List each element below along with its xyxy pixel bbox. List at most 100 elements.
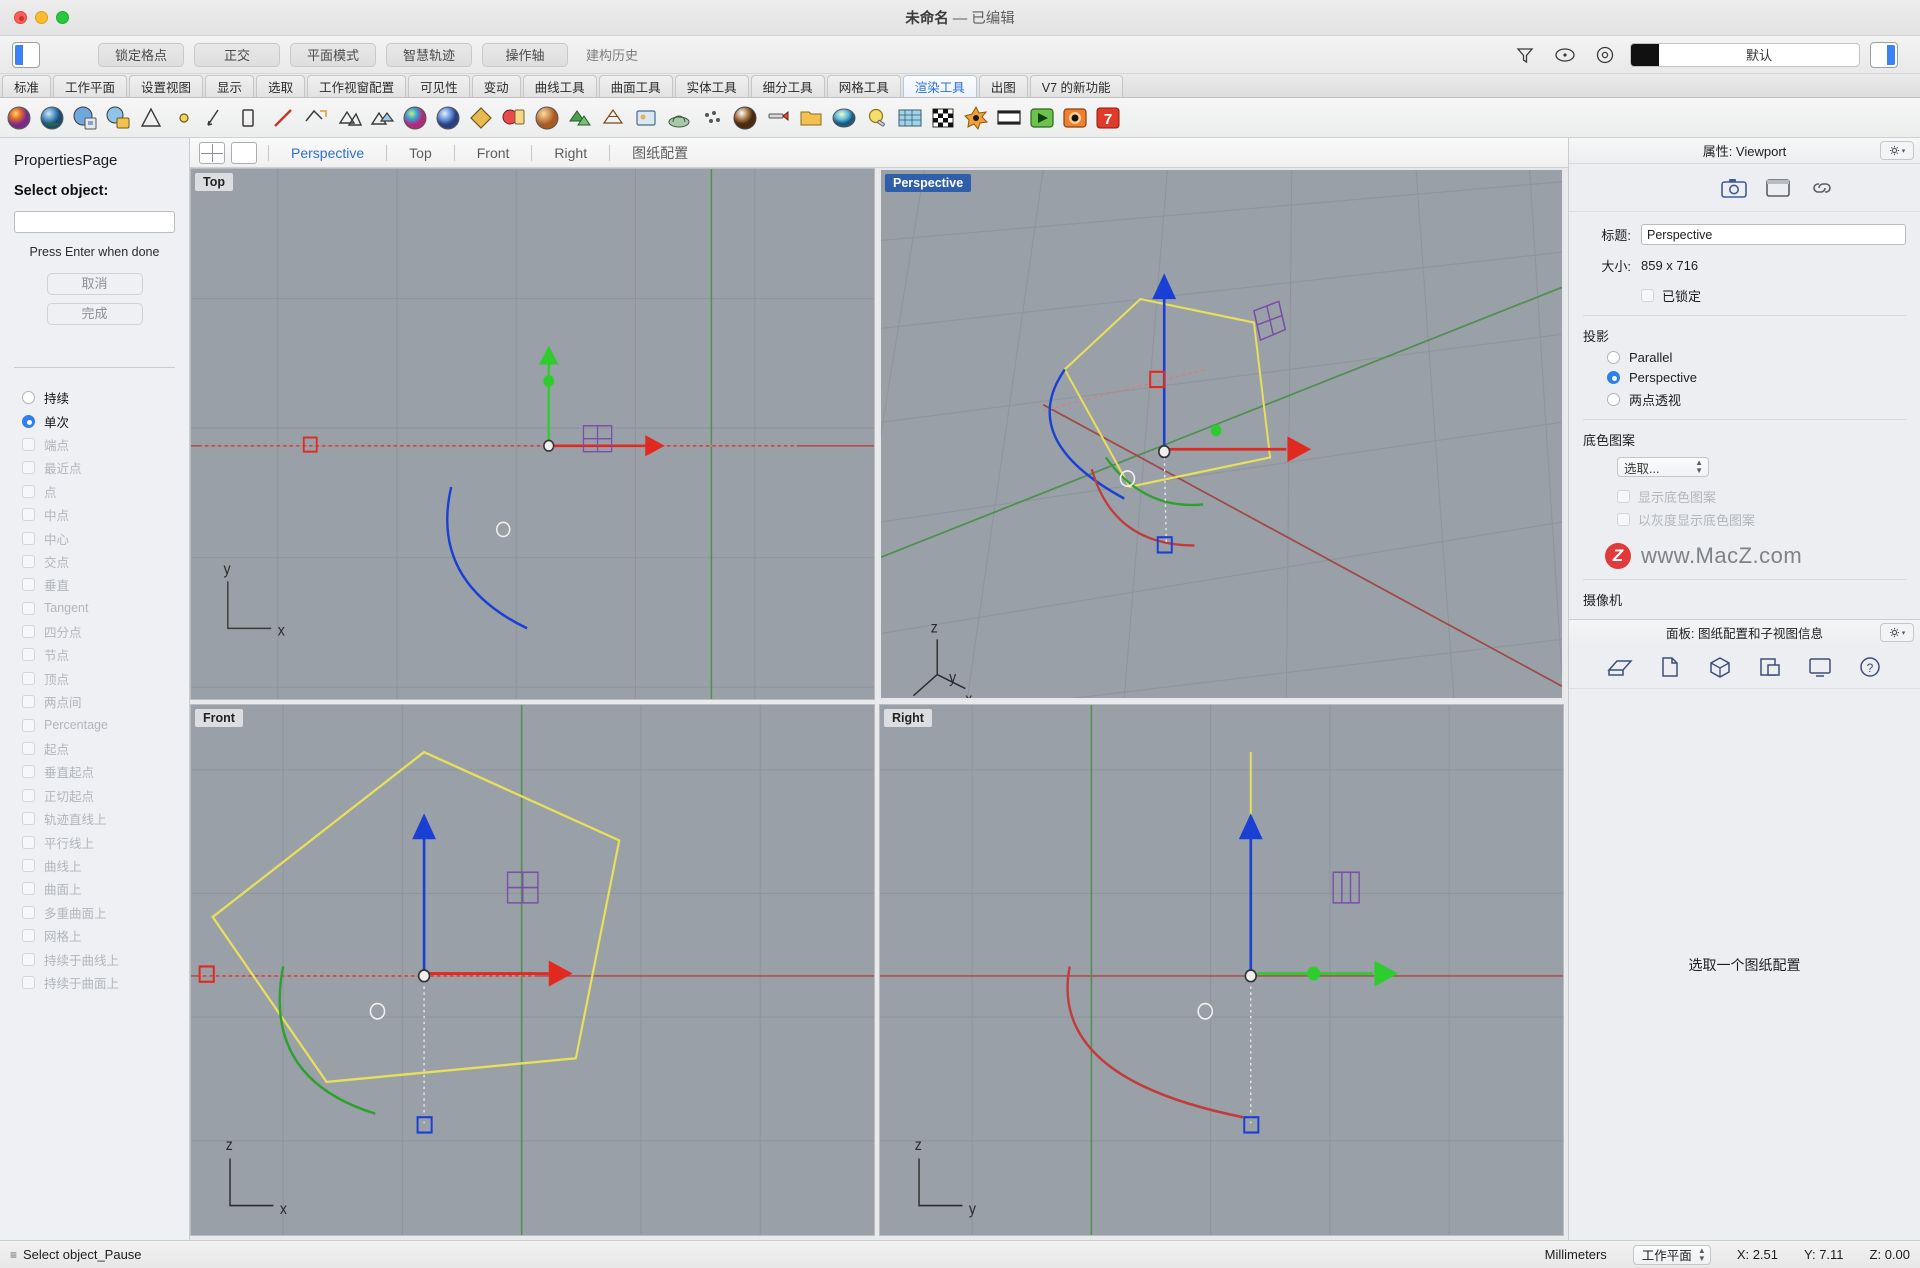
osnap-checkbox-22[interactable]: [22, 953, 35, 966]
toolbar-tab-11[interactable]: 细分工具: [751, 75, 825, 97]
projection-radio-two-point[interactable]: [1607, 393, 1620, 406]
toolbar-tab-12[interactable]: 网格工具: [827, 75, 901, 97]
link-icon[interactable]: [1807, 176, 1837, 200]
osnap-mode-radio-1[interactable]: [22, 415, 35, 428]
sphere-render-icon[interactable]: [730, 103, 760, 133]
osnap-item-16[interactable]: 轨迹直线上: [22, 807, 189, 830]
render-sphere-icon[interactable]: [4, 103, 34, 133]
toolbar-tab-14[interactable]: 出图: [979, 75, 1028, 97]
viewport-top-label[interactable]: Top: [195, 173, 233, 191]
toolbar-tab-0[interactable]: 标准: [2, 75, 51, 97]
environment-icon[interactable]: [334, 103, 364, 133]
construction-history-label[interactable]: 建构历史: [586, 45, 638, 64]
filter-icon[interactable]: [1510, 42, 1540, 68]
toolbar-tab-2[interactable]: 设置视图: [129, 75, 203, 97]
wallpaper-gray-checkbox[interactable]: [1617, 513, 1630, 526]
spotlight-cone-icon[interactable]: [136, 103, 166, 133]
render-open-icon[interactable]: [103, 103, 133, 133]
osnap-checkbox-5[interactable]: [22, 555, 35, 568]
material-paint-icon[interactable]: [499, 103, 529, 133]
osnap-checkbox-23[interactable]: [22, 976, 35, 989]
osnap-checkbox-12[interactable]: [22, 719, 35, 732]
viewport-right-label[interactable]: Right: [884, 709, 932, 727]
projection-option-perspective[interactable]: Perspective: [1607, 370, 1906, 385]
material-blue-sphere-icon[interactable]: [433, 103, 463, 133]
single-viewport-layout-icon[interactable]: [231, 142, 257, 164]
viewport-perspective-label[interactable]: Perspective: [885, 174, 971, 192]
cancel-button[interactable]: 取消: [47, 273, 143, 295]
osnap-mode-0[interactable]: 持续: [22, 386, 189, 409]
osnap-item-5[interactable]: 交点: [22, 550, 189, 573]
viewport-tab-front[interactable]: Front: [463, 139, 524, 167]
material-sphere-icon[interactable]: [400, 103, 430, 133]
osnap-item-18[interactable]: 曲线上: [22, 854, 189, 877]
toolbar-tab-3[interactable]: 显示: [205, 75, 254, 97]
osnap-item-8[interactable]: 四分点: [22, 620, 189, 643]
osnap-mode-radio-0[interactable]: [22, 391, 35, 404]
osnap-checkbox-20[interactable]: [22, 906, 35, 919]
resize-grip-icon[interactable]: ≡: [10, 1248, 16, 1262]
viewport-perspective[interactable]: Perspective: [879, 168, 1564, 700]
osnap-checkbox-16[interactable]: [22, 812, 35, 825]
osnap-mode-1[interactable]: 单次: [22, 409, 189, 432]
toolbar-tab-9[interactable]: 曲面工具: [599, 75, 673, 97]
render-mesh-icon[interactable]: [598, 103, 628, 133]
point-light-icon[interactable]: [169, 103, 199, 133]
osnap-item-0[interactable]: 端点: [22, 433, 189, 456]
properties-panel-options-button[interactable]: ▾: [1880, 141, 1914, 160]
viewport-front[interactable]: Front: [190, 704, 875, 1236]
layer-circle-icon[interactable]: [1590, 42, 1620, 68]
select-object-input[interactable]: [14, 211, 175, 233]
toggle-gumball[interactable]: 操作轴: [482, 43, 568, 67]
toolbar-tab-1[interactable]: 工作平面: [53, 75, 127, 97]
viewport-title-input[interactable]: Perspective: [1641, 224, 1906, 245]
done-button[interactable]: 完成: [47, 303, 143, 325]
viewport-tab-layout[interactable]: 图纸配置: [618, 139, 702, 167]
viewport-tab-right[interactable]: Right: [540, 139, 601, 167]
toolbar-tab-5[interactable]: 工作视窗配置: [307, 75, 406, 97]
star-burst-icon[interactable]: [961, 103, 991, 133]
osnap-checkbox-8[interactable]: [22, 625, 35, 638]
help-icon[interactable]: ?: [1855, 655, 1885, 679]
osnap-checkbox-6[interactable]: [22, 578, 35, 591]
osnap-checkbox-15[interactable]: [22, 789, 35, 802]
layout-cube-icon[interactable]: [1705, 655, 1735, 679]
osnap-checkbox-4[interactable]: [22, 532, 35, 545]
window-controls[interactable]: [0, 11, 69, 24]
projection-radio-perspective[interactable]: [1607, 371, 1620, 384]
osnap-item-19[interactable]: 曲面上: [22, 877, 189, 900]
osnap-checkbox-17[interactable]: [22, 836, 35, 849]
osnap-checkbox-19[interactable]: [22, 882, 35, 895]
osnap-checkbox-1[interactable]: [22, 461, 35, 474]
osnap-item-21[interactable]: 网格上: [22, 924, 189, 947]
osnap-checkbox-9[interactable]: [22, 648, 35, 661]
projection-radio-parallel[interactable]: [1607, 351, 1620, 364]
toolbar-tab-6[interactable]: 可见性: [408, 75, 470, 97]
grid-plane-icon[interactable]: [895, 103, 925, 133]
layout-new-icon[interactable]: [1605, 655, 1635, 679]
viewport-tab-perspective[interactable]: Perspective: [277, 139, 378, 167]
osnap-checkbox-7[interactable]: [22, 602, 35, 615]
osnap-item-9[interactable]: 节点: [22, 643, 189, 666]
viewport-right[interactable]: Right: [879, 704, 1564, 1236]
osnap-item-7[interactable]: Tangent: [22, 597, 189, 620]
osnap-checkbox-2[interactable]: [22, 485, 35, 498]
close-window-button[interactable]: [14, 11, 27, 24]
osnap-item-12[interactable]: Percentage: [22, 713, 189, 736]
four-viewport-layout-icon[interactable]: [199, 142, 225, 164]
toggle-grid-snap[interactable]: 锁定格点: [98, 43, 184, 67]
osnap-item-13[interactable]: 起点: [22, 737, 189, 760]
zoom-window-button[interactable]: [56, 11, 69, 24]
osnap-item-2[interactable]: 点: [22, 480, 189, 503]
osnap-item-10[interactable]: 顶点: [22, 667, 189, 690]
wallpaper-gray-row[interactable]: 以灰度显示底色图案: [1617, 510, 1906, 529]
osnap-checkbox-0[interactable]: [22, 438, 35, 451]
osnap-item-4[interactable]: 中心: [22, 526, 189, 549]
osnap-checkbox-21[interactable]: [22, 929, 35, 942]
osnap-item-1[interactable]: 最近点: [22, 456, 189, 479]
projection-option-two-point[interactable]: 两点透视: [1607, 390, 1906, 409]
osnap-item-23[interactable]: 持续于曲面上: [22, 971, 189, 994]
render-save-icon[interactable]: [70, 103, 100, 133]
viewport-locked-checkbox[interactable]: [1641, 289, 1654, 302]
toolbar-tab-10[interactable]: 实体工具: [675, 75, 749, 97]
